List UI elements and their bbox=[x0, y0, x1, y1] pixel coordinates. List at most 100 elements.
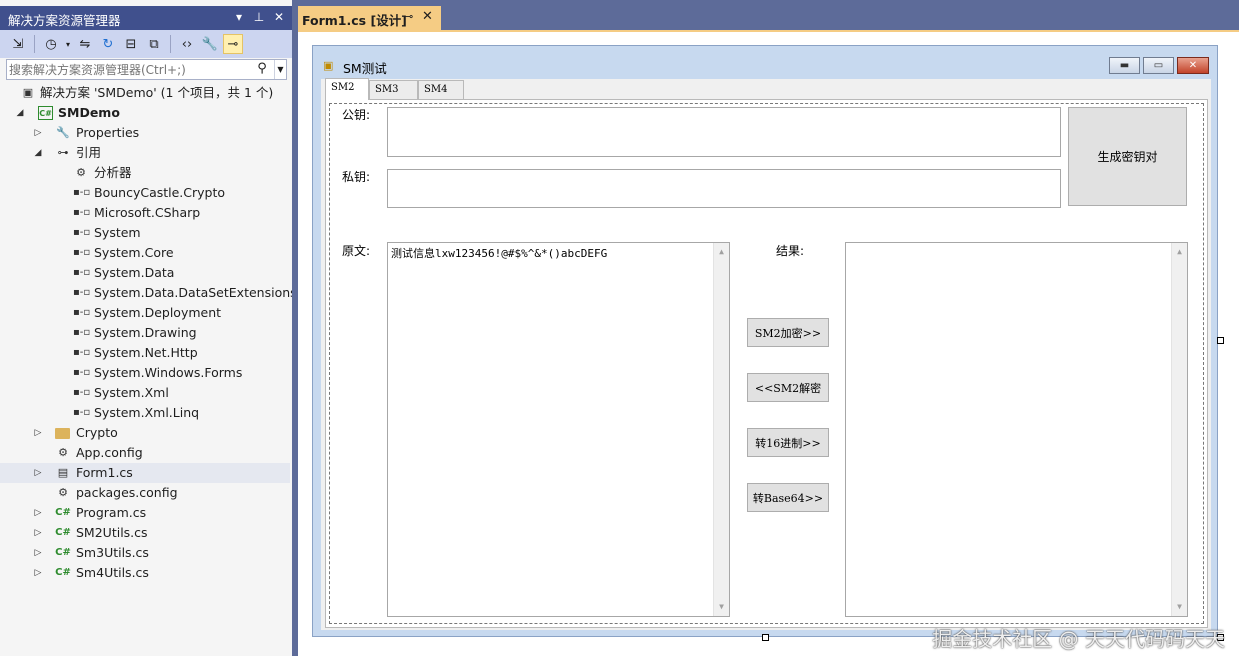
tab-sm4[interactable]: SM4 bbox=[418, 80, 464, 99]
tab-sm3[interactable]: SM3 bbox=[369, 80, 418, 99]
refresh-icon[interactable]: ↻ bbox=[98, 34, 118, 54]
references-icon: ⊶ bbox=[57, 146, 69, 159]
result-textarea[interactable]: ▲ ▼ bbox=[845, 242, 1188, 617]
tree-item-properties[interactable]: ▷ 🔧 Properties bbox=[0, 123, 290, 143]
designer-surface[interactable]: ▣ SM测试 ▬ ▭ ✕ SM2 SM3 SM4 公钥: 生成密钥对 私钥: 原… bbox=[298, 32, 1239, 656]
tree-item-reference[interactable]: ▪-▫ System.Data.DataSetExtensions bbox=[0, 283, 297, 303]
tree-item-file[interactable]: ▷ C# SM2Utils.cs bbox=[0, 523, 290, 543]
tree-item-reference[interactable]: ▪-▫ System.Deployment bbox=[0, 303, 290, 323]
reference-icon: ▪-▫ bbox=[73, 247, 91, 258]
watermark-text: 掘金技术社区 @ 天天代码码天天 bbox=[932, 627, 1225, 651]
to-base64-button[interactable]: 转Base64>> bbox=[747, 483, 829, 512]
tree-item-project[interactable]: ◢ C# SMDemo bbox=[0, 103, 290, 123]
tree-item-file[interactable]: ⚙ packages.config bbox=[0, 483, 290, 503]
chevron-down-icon[interactable]: ▾ bbox=[64, 34, 72, 54]
collapsed-arrow-icon[interactable]: ▷ bbox=[32, 523, 44, 543]
tree-item-reference[interactable]: ▪-▫ System bbox=[0, 223, 290, 243]
sm2-decrypt-button[interactable]: <<SM2解密 bbox=[747, 373, 829, 402]
document-tab-form1-design[interactable]: Form1.cs [设计] ⊸ ✕ bbox=[298, 6, 441, 30]
resize-handle-right[interactable] bbox=[1217, 337, 1224, 344]
config-file-icon: ⚙ bbox=[58, 486, 68, 499]
tree-item-file-selected[interactable]: ▷ ▤ Form1.cs bbox=[0, 463, 290, 483]
tab-sm2[interactable]: SM2 bbox=[325, 78, 369, 100]
chevron-down-icon[interactable]: ▾ bbox=[232, 8, 246, 26]
tree-item-reference[interactable]: ▪-▫ System.Xml bbox=[0, 383, 290, 403]
tree-item-file[interactable]: ▷ C# Sm4Utils.cs bbox=[0, 563, 290, 583]
tree-item-reference[interactable]: ▪-▫ System.Windows.Forms bbox=[0, 363, 290, 383]
config-file-icon: ⚙ bbox=[58, 446, 68, 459]
collapsed-arrow-icon[interactable]: ▷ bbox=[32, 423, 44, 443]
tree-item-crypto-folder[interactable]: ▷ Crypto bbox=[0, 423, 290, 443]
tree-item-reference[interactable]: ▪-▫ System.Drawing bbox=[0, 323, 290, 343]
folder-icon bbox=[55, 428, 70, 439]
sm2-encrypt-button[interactable]: SM2加密>> bbox=[747, 318, 829, 347]
reference-icon: ▪-▫ bbox=[73, 347, 91, 358]
close-button[interactable]: ✕ bbox=[1177, 57, 1209, 74]
sync-icon[interactable]: ⇋ bbox=[75, 34, 95, 54]
search-input[interactable] bbox=[9, 61, 259, 78]
csharp-file-icon: C# bbox=[55, 527, 71, 538]
scroll-down-icon[interactable]: ▼ bbox=[1172, 599, 1187, 615]
form-window[interactable]: ▣ SM测试 ▬ ▭ ✕ SM2 SM3 SM4 公钥: 生成密钥对 私钥: 原… bbox=[312, 45, 1218, 637]
collapsed-arrow-icon[interactable]: ▷ bbox=[32, 543, 44, 563]
plaintext-value: 测试信息lxw123456!@#$%^&*()abcDEFG bbox=[391, 247, 608, 260]
close-icon: ✕ bbox=[1188, 60, 1198, 71]
generate-keypair-button[interactable]: 生成密钥对 bbox=[1068, 107, 1187, 206]
collapse-all-icon[interactable]: ⊟ bbox=[121, 34, 141, 54]
result-scrollbar[interactable]: ▲ ▼ bbox=[1171, 243, 1187, 616]
properties-wrench-icon[interactable]: 🔧 bbox=[200, 34, 220, 54]
expanded-arrow-icon[interactable]: ◢ bbox=[14, 103, 26, 123]
public-key-field[interactable] bbox=[387, 107, 1061, 157]
show-all-files-icon[interactable]: ⧉ bbox=[144, 34, 164, 54]
history-icon[interactable]: ◷ bbox=[41, 34, 61, 54]
toolbar-separator bbox=[170, 35, 171, 53]
plaintext-scrollbar[interactable]: ▲ ▼ bbox=[713, 243, 729, 616]
scroll-up-icon[interactable]: ▲ bbox=[1172, 244, 1187, 260]
close-icon[interactable]: ✕ bbox=[272, 8, 286, 26]
tree-item-file[interactable]: ⚙ App.config bbox=[0, 443, 290, 463]
switch-views-icon[interactable]: ⇲ bbox=[8, 34, 28, 54]
pin-icon[interactable]: ⊥ bbox=[252, 8, 266, 26]
public-key-label: 公钥: bbox=[342, 108, 371, 122]
search-box[interactable]: ⚲ ▼ bbox=[6, 59, 287, 80]
reference-icon: ▪-▫ bbox=[73, 227, 91, 238]
private-key-field[interactable] bbox=[387, 169, 1061, 208]
reference-icon: ▪-▫ bbox=[73, 207, 91, 218]
tree-item-solution[interactable]: ▣ 解决方案 'SMDemo' (1 个项目，共 1 个) bbox=[0, 83, 290, 103]
scroll-down-icon[interactable]: ▼ bbox=[714, 599, 729, 615]
view-code-icon[interactable]: ‹› bbox=[177, 34, 197, 54]
tree-item-reference[interactable]: ▪-▫ BouncyCastle.Crypto bbox=[0, 183, 290, 203]
maximize-button[interactable]: ▭ bbox=[1143, 57, 1174, 74]
collapsed-arrow-icon[interactable]: ▷ bbox=[32, 463, 44, 483]
expanded-arrow-icon[interactable]: ◢ bbox=[32, 143, 44, 163]
scroll-up-icon[interactable]: ▲ bbox=[714, 244, 729, 260]
tree-item-reference[interactable]: ▪-▫ System.Xml.Linq bbox=[0, 403, 290, 423]
tree-item-reference[interactable]: ▪-▫ System.Core bbox=[0, 243, 290, 263]
tab-label: SM3 bbox=[375, 84, 399, 95]
reference-icon: ▪-▫ bbox=[73, 187, 91, 198]
tree-item-file[interactable]: ▷ C# Sm3Utils.cs bbox=[0, 543, 290, 563]
tree-item-reference[interactable]: ▪-▫ System.Data bbox=[0, 263, 290, 283]
tree-item-references[interactable]: ◢ ⊶ 引用 bbox=[0, 143, 290, 163]
chevron-down-icon[interactable]: ▼ bbox=[274, 60, 286, 79]
resize-handle-bottom[interactable] bbox=[762, 634, 769, 641]
tree-item-file[interactable]: ▷ C# Program.cs bbox=[0, 503, 290, 523]
reference-icon: ▪-▫ bbox=[73, 327, 91, 338]
pin-icon[interactable]: ⊸ bbox=[404, 10, 413, 23]
plaintext-textarea[interactable]: 测试信息lxw123456!@#$%^&*()abcDEFG ▲ ▼ bbox=[387, 242, 730, 617]
collapsed-arrow-icon[interactable]: ▷ bbox=[32, 123, 44, 143]
tree-item-reference[interactable]: ▪-▫ System.Net.Http bbox=[0, 343, 290, 363]
solution-explorer-panel: 解决方案资源管理器 ▾ ⊥ ✕ ⇲ ◷ ▾ ⇋ ↻ ⊟ ⧉ ‹› 🔧 ⊸ ⚲ ▼… bbox=[0, 0, 297, 656]
search-icon[interactable]: ⚲ bbox=[254, 61, 270, 78]
collapsed-arrow-icon[interactable]: ▷ bbox=[32, 563, 44, 583]
close-icon[interactable]: ✕ bbox=[422, 9, 433, 24]
minimize-button[interactable]: ▬ bbox=[1109, 57, 1140, 74]
preview-selected-icon[interactable]: ⊸ bbox=[223, 34, 243, 54]
result-label: 结果: bbox=[776, 244, 805, 258]
to-hex-button[interactable]: 转16进制>> bbox=[747, 428, 829, 457]
tree-item-analyzer[interactable]: ⚙ 分析器 bbox=[0, 163, 290, 183]
reference-icon: ▪-▫ bbox=[73, 307, 91, 318]
collapsed-arrow-icon[interactable]: ▷ bbox=[32, 503, 44, 523]
solution-explorer-toolbar: ⇲ ◷ ▾ ⇋ ↻ ⊟ ⧉ ‹› 🔧 ⊸ bbox=[0, 30, 292, 58]
tree-item-reference[interactable]: ▪-▫ Microsoft.CSharp bbox=[0, 203, 290, 223]
